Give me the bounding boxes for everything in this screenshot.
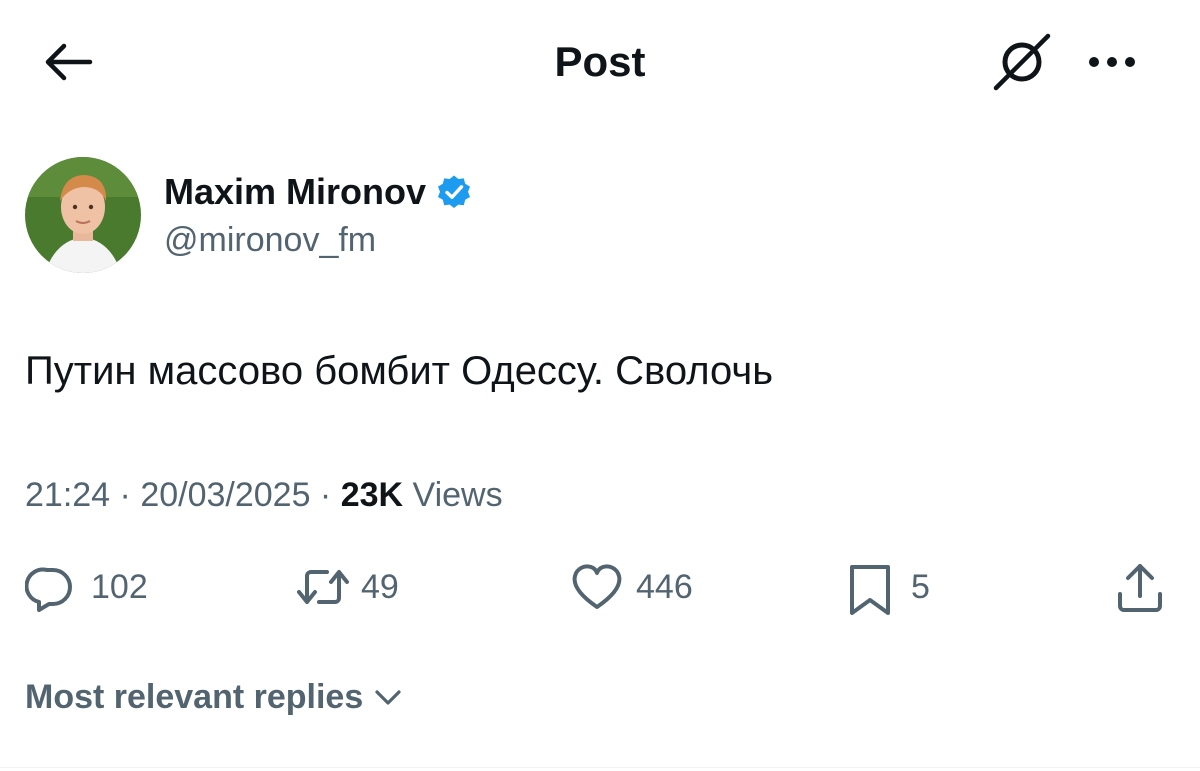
replies-sort-label: Most relevant replies <box>25 678 364 716</box>
author-name[interactable]: Maxim Mironov <box>164 170 426 214</box>
like-button[interactable]: 446 <box>570 562 693 612</box>
tweet-text: Путин массово бомбит Одессу. Сволочь <box>25 349 774 393</box>
share-icon[interactable] <box>1112 560 1168 616</box>
repost-button[interactable]: 49 <box>295 562 399 612</box>
repost-icon <box>295 562 349 612</box>
repost-count: 49 <box>361 568 399 606</box>
avatar[interactable] <box>25 157 141 273</box>
views-gap <box>403 474 412 516</box>
bookmark-icon <box>845 562 895 615</box>
author-handle[interactable]: @mironov_fm <box>164 220 376 260</box>
like-count: 446 <box>636 568 693 606</box>
divider <box>0 767 1200 768</box>
bookmark-count: 5 <box>911 568 930 606</box>
verified-badge-icon[interactable] <box>436 174 472 210</box>
replies-sort-dropdown[interactable]: Most relevant replies <box>25 676 405 718</box>
reply-icon <box>25 562 75 612</box>
reply-count: 102 <box>91 568 148 606</box>
tweet-date[interactable]: 20/03/2025 <box>140 474 310 516</box>
bookmark-button[interactable]: 5 <box>845 562 930 615</box>
chevron-down-icon <box>371 680 405 714</box>
more-horizontal-icon[interactable] <box>1084 48 1140 76</box>
tweet-meta: 21:24 · 20/03/2025 · 23K Views <box>25 474 503 516</box>
meta-separator: · <box>110 476 141 514</box>
views-label: Views <box>412 476 503 514</box>
views-count[interactable]: 23K <box>341 474 403 516</box>
grok-icon[interactable] <box>990 30 1054 94</box>
reply-button[interactable]: 102 <box>25 562 148 612</box>
meta-separator: · <box>310 476 341 514</box>
heart-icon <box>570 562 622 612</box>
tweet-time[interactable]: 21:24 <box>25 474 110 516</box>
author-name-row: Maxim Mironov <box>164 170 472 214</box>
